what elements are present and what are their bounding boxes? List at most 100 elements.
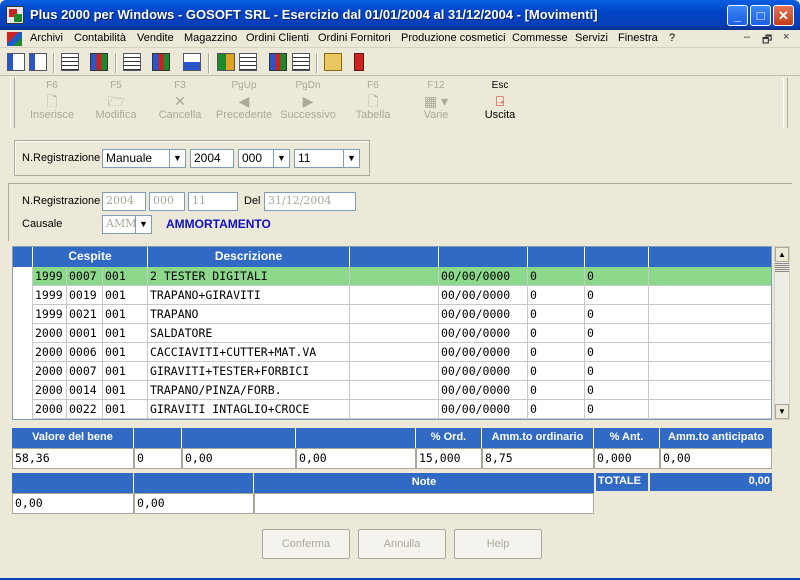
table-cell[interactable]: 00/00/0000 — [439, 362, 528, 381]
minimize-button[interactable]: _ — [727, 5, 748, 26]
registration-number-select[interactable]: 11 — [294, 149, 344, 168]
table-cell[interactable]: 00/00/0000 — [439, 305, 528, 324]
table-cell[interactable]: 00/00/0000 — [439, 381, 528, 400]
grid-header-descrizione[interactable]: Descrizione — [148, 247, 350, 267]
table-cell[interactable]: 2 TESTER DIGITALI — [148, 267, 350, 286]
table-cell[interactable]: 1999 — [33, 305, 67, 324]
asset-grid[interactable]: Cespite Descrizione 1999 0007 001 2 TESTER … — [12, 246, 772, 420]
row-indicator[interactable] — [13, 305, 33, 324]
table-cell[interactable] — [649, 343, 771, 362]
app-icon[interactable] — [6, 6, 24, 24]
cancella-button[interactable]: F3 ✕ Cancella — [152, 80, 208, 126]
open-folder-icon[interactable] — [324, 53, 342, 71]
table-cell[interactable]: 0019 — [67, 286, 103, 305]
close-button[interactable]: ✕ — [773, 5, 794, 26]
table-cell[interactable]: SALDATORE — [148, 324, 350, 343]
table-cell[interactable]: 0 — [528, 362, 585, 381]
table-cell[interactable]: 2000 — [33, 381, 67, 400]
table-cell[interactable]: GIRAVITI+TESTER+FORBICI — [148, 362, 350, 381]
precedente-button[interactable]: PgUp ◀ Precedente — [214, 80, 274, 126]
chevron-down-icon[interactable]: ▼ — [273, 149, 290, 168]
table-row[interactable]: 2000 0022 001 GIRAVITI INTAGLIO+CROCE 00/00/… — [13, 400, 771, 419]
table-cell[interactable] — [350, 267, 439, 286]
table-row[interactable]: 2000 0006 001 CACCIAVITI+CUTTER+MAT.VA 00/00… — [13, 343, 771, 362]
table-cell[interactable]: 0 — [585, 381, 649, 400]
toolbar-grip[interactable] — [783, 78, 788, 128]
grid-header-col7[interactable] — [649, 247, 771, 267]
table-cell[interactable]: CACCIAVITI+CUTTER+MAT.VA — [148, 343, 350, 362]
conferma-button[interactable]: Conferma — [262, 529, 350, 559]
table-row[interactable]: 1999 0019 001 TRAPANO+GIRAVITI 00/00/0000 0 0 — [13, 286, 771, 305]
chevron-down-icon[interactable]: ▼ — [169, 149, 186, 168]
amm-anticipato-field[interactable]: 0,00 — [660, 448, 772, 469]
menu-magazzino[interactable]: Magazzino — [184, 32, 237, 44]
menu-commesse[interactable]: Commesse — [512, 32, 568, 44]
help-button[interactable]: Help — [454, 529, 542, 559]
table-cell[interactable]: 0 — [528, 324, 585, 343]
table-cell[interactable] — [649, 286, 771, 305]
document-icon[interactable] — [7, 32, 22, 46]
table-cell[interactable]: 001 — [103, 324, 148, 343]
registration-type-select[interactable]: Manuale — [102, 149, 170, 168]
books-archive-icon[interactable] — [269, 53, 287, 71]
table-cell[interactable]: 00/00/0000 — [439, 343, 528, 362]
perc-ord-field[interactable]: 15,000 — [416, 448, 482, 469]
table-cell[interactable] — [350, 324, 439, 343]
row-indicator[interactable] — [13, 362, 33, 381]
grid-header-col4[interactable] — [439, 247, 528, 267]
layout-alt-icon[interactable] — [29, 53, 47, 71]
table-cell[interactable]: 1999 — [33, 267, 67, 286]
menu-vendite[interactable]: Vendite — [137, 32, 174, 44]
table-cell[interactable]: 00/00/0000 — [439, 267, 528, 286]
table-cell[interactable]: TRAPANO/PINZA/FORB. — [148, 381, 350, 400]
table-cell[interactable]: 1999 — [33, 286, 67, 305]
registration-series-select[interactable]: 000 — [238, 149, 274, 168]
tabella-button[interactable]: F6 🗋 Tabella — [346, 80, 400, 126]
table-cell[interactable]: 0 — [528, 381, 585, 400]
table-cell[interactable]: 0001 — [67, 324, 103, 343]
table-cell[interactable]: 0 — [528, 286, 585, 305]
menu-finestra[interactable]: Finestra — [618, 32, 658, 44]
table-cell[interactable]: 00/00/0000 — [439, 286, 528, 305]
grid-header-col5[interactable] — [528, 247, 585, 267]
table-row[interactable]: 2000 0001 001 SALDATORE 00/00/0000 0 0 — [13, 324, 771, 343]
table-cell[interactable]: 001 — [103, 362, 148, 381]
table-cell[interactable] — [649, 305, 771, 324]
registration-year-field[interactable]: 2004 — [190, 149, 234, 168]
table-cell[interactable]: 0021 — [67, 305, 103, 324]
chevron-down-icon[interactable]: ▼ — [135, 215, 152, 234]
exit-door-icon[interactable] — [354, 53, 364, 71]
menu-servizi[interactable]: Servizi — [575, 32, 608, 44]
table-cell[interactable]: 00/00/0000 — [439, 324, 528, 343]
note-field[interactable] — [254, 493, 594, 514]
table-cell[interactable]: 0 — [528, 400, 585, 419]
values-col3-field[interactable]: 0,00 — [182, 448, 296, 469]
amm-ordinario-field[interactable]: 8,75 — [482, 448, 594, 469]
table-cell[interactable]: 2000 — [33, 362, 67, 381]
table-cell[interactable] — [350, 400, 439, 419]
table-row[interactable]: 1999 0021 001 TRAPANO 00/00/0000 0 0 — [13, 305, 771, 324]
address-book-icon[interactable] — [183, 53, 201, 71]
table-cell[interactable] — [350, 381, 439, 400]
table-cell[interactable]: 001 — [103, 286, 148, 305]
row-indicator[interactable] — [13, 400, 33, 419]
values-col2-field[interactable]: 0 — [134, 448, 182, 469]
table-cell[interactable]: 001 — [103, 267, 148, 286]
menu-archivi[interactable]: Archivi — [30, 32, 63, 44]
table-cell[interactable] — [649, 362, 771, 381]
table-cell[interactable]: 0014 — [67, 381, 103, 400]
modifica-button[interactable]: F5 🗁 Modifica — [88, 80, 144, 126]
table-cell[interactable]: 0 — [528, 305, 585, 324]
table-cell[interactable]: 0022 — [67, 400, 103, 419]
menu-ordini-clienti[interactable]: Ordini Clienti — [246, 32, 309, 44]
inserisce-button[interactable]: F6 🗋 Inserisce — [24, 80, 80, 126]
valore-bene-field[interactable]: 58,36 — [12, 448, 134, 469]
grid-header-cespite[interactable]: Cespite — [33, 247, 148, 267]
books-alt-icon[interactable] — [152, 53, 170, 71]
row-indicator[interactable] — [13, 343, 33, 362]
row-indicator[interactable] — [13, 381, 33, 400]
successivo-button[interactable]: PgDn ▶ Successivo — [278, 80, 338, 126]
chevron-down-icon[interactable]: ▼ — [343, 149, 360, 168]
calculator-icon[interactable] — [292, 53, 310, 71]
modules-icon[interactable] — [217, 53, 235, 71]
